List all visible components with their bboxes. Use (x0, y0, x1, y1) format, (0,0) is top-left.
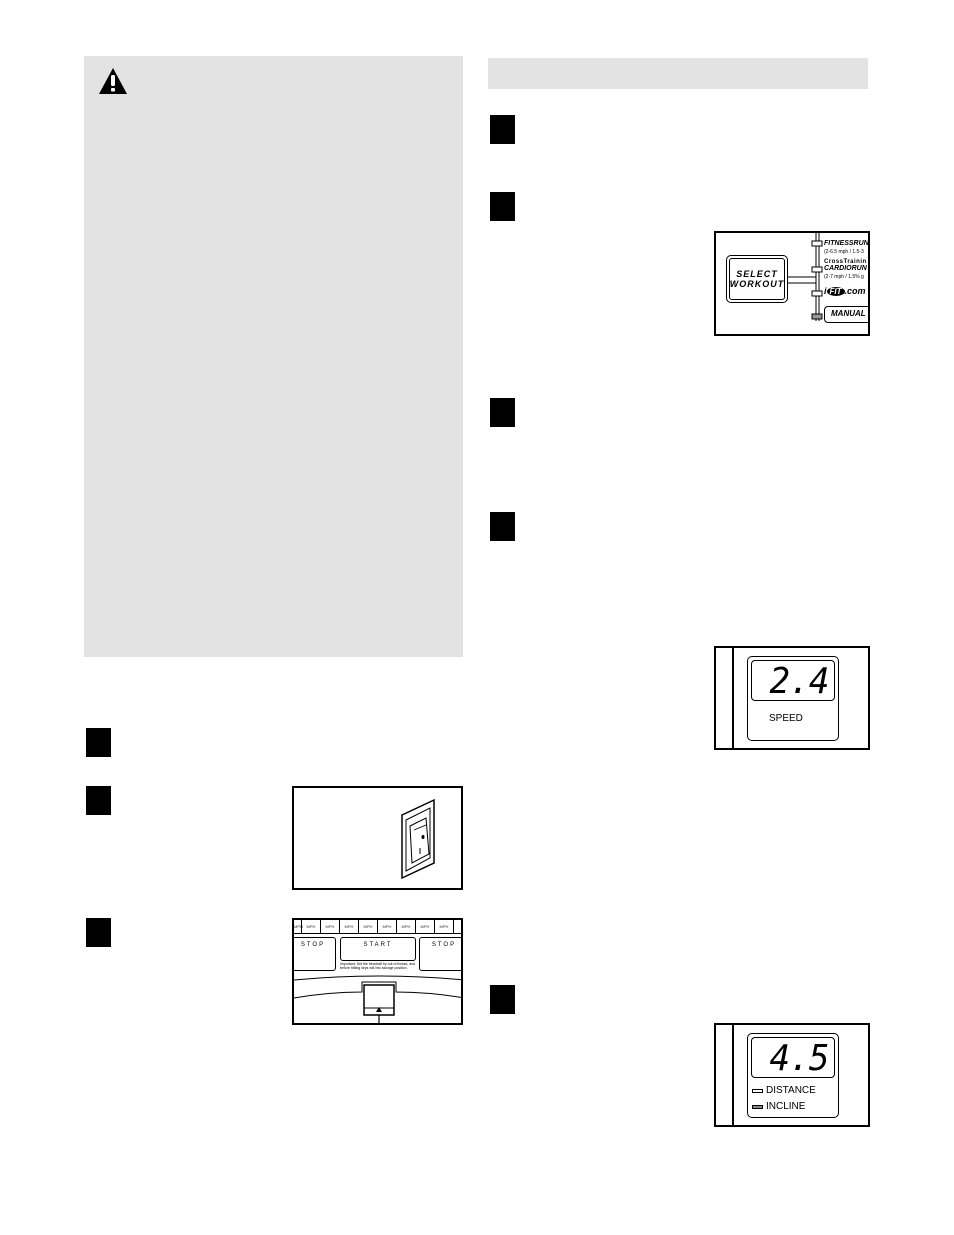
fitnessrun-label: FITNESSRUN (824, 240, 869, 247)
distance-indicator-light (752, 1089, 763, 1093)
ifit-logo-mark: FIT (826, 287, 845, 296)
incline-readout: 4.5 (769, 1038, 830, 1079)
distance-label: DISTANCE (766, 1085, 816, 1096)
led-window: 4.5 (751, 1037, 835, 1078)
key-slot-icon (294, 975, 461, 1023)
cardiorun-label: CARDIORUN (824, 265, 867, 272)
rocker-switch-icon (401, 798, 435, 880)
step-number-box (86, 728, 111, 757)
warning-panel (84, 56, 463, 657)
display-bezel: 4.5 DISTANCE INCLINE (747, 1033, 839, 1118)
speed-display-figure: 2.4 SPEED (714, 646, 870, 750)
display-divider (732, 648, 734, 748)
power-switch-figure (292, 786, 463, 890)
cardiorun-range: (2-7 mph / 1.5% g (824, 274, 864, 280)
display-bezel: 2.4 SPEED (747, 656, 839, 741)
speed-readout: 2.4 (769, 661, 830, 702)
console-key-figure: MPH MPH MPH MPH MPH MPH MPH MPH MPH STOP… (292, 918, 463, 1025)
speed-label: SPEED (769, 713, 803, 724)
warning-triangle-icon (99, 68, 127, 94)
select-workout-figure: SELECT WORKOUT FITNESSRUN (2-6.5 mph / 1… (714, 231, 870, 336)
step-number-box (490, 512, 515, 541)
step-number-box (490, 192, 515, 221)
display-divider (732, 1025, 734, 1125)
led-window: 2.4 (751, 660, 835, 701)
ifit-logo: i FIT .com (824, 286, 866, 296)
step-number-box (86, 786, 111, 815)
step-number-box (86, 918, 111, 947)
step-number-box (490, 985, 515, 1014)
step-number-box (490, 398, 515, 427)
step-number-box (490, 115, 515, 144)
incline-display-figure: 4.5 DISTANCE INCLINE (714, 1023, 870, 1127)
incline-label: INCLINE (766, 1101, 806, 1112)
fitnessrun-range: (2-6.5 mph / 1.5-3 (824, 249, 864, 255)
incline-indicator-light (752, 1105, 763, 1109)
manual-label: MANUAL (824, 306, 868, 323)
section-header-bar (488, 58, 868, 89)
